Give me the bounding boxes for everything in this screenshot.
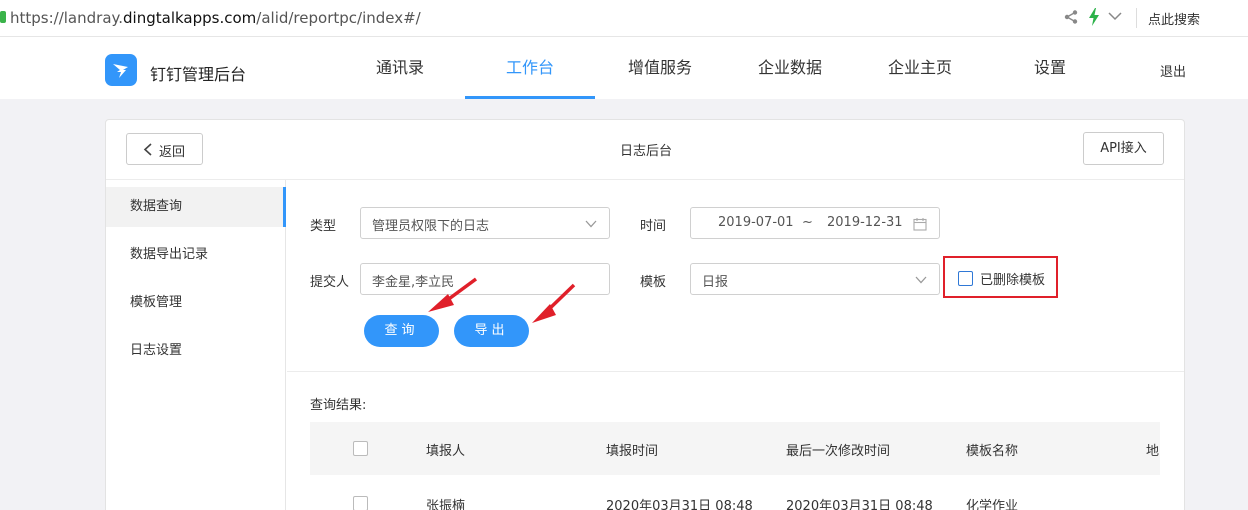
annotation-arrow-icon: [428, 277, 478, 312]
date-separator: ~: [802, 215, 813, 230]
dingtalk-logo-icon[interactable]: [105, 54, 137, 86]
deleted-templates-highlight: 已删除模板: [943, 256, 1058, 298]
chevron-down-icon[interactable]: [1108, 11, 1122, 21]
chevron-down-icon: [585, 220, 597, 228]
card-header: 返回 日志后台 API接入: [106, 120, 1184, 180]
calendar-icon: [913, 218, 927, 231]
side-menu: 数据查询 数据导出记录 模板管理 日志设置: [106, 180, 286, 510]
cell-modified-time: 2020年03月31日 08:48: [786, 499, 933, 510]
export-button[interactable]: 导出: [454, 315, 529, 347]
results-label: 查询结果:: [310, 398, 367, 413]
row-checkbox[interactable]: [353, 496, 368, 510]
query-button[interactable]: 查询: [364, 315, 439, 347]
time-label: 时间: [640, 219, 667, 234]
chevron-down-icon: [915, 276, 927, 284]
nav-contacts[interactable]: 通讯录: [340, 37, 460, 99]
col-modified-time[interactable]: 最后一次修改时间: [786, 440, 890, 459]
nav-value-added-services[interactable]: 增值服务: [600, 37, 720, 99]
template-label: 模板: [640, 275, 667, 290]
side-item-export-records[interactable]: 数据导出记录: [106, 235, 286, 275]
side-item-data-query[interactable]: 数据查询: [106, 187, 286, 227]
browser-address-bar[interactable]: https://landray.dingtalkapps.com/alid/re…: [0, 0, 1248, 37]
app-title: 钉钉管理后台: [150, 65, 247, 84]
date-to[interactable]: 2019-12-31: [827, 215, 903, 230]
date-range-picker[interactable]: 2019-07-01 ~ 2019-12-31: [690, 207, 940, 239]
deleted-templates-label[interactable]: 已删除模板: [980, 269, 1045, 288]
type-select[interactable]: 管理员权限下的日志: [360, 207, 610, 239]
type-label: 类型: [310, 219, 337, 234]
nav-workbench[interactable]: 工作台: [470, 37, 590, 99]
cell-submitter: 张振楠: [426, 499, 466, 510]
logout-link[interactable]: 退出: [1160, 61, 1186, 80]
app-header: 钉钉管理后台 通讯录 工作台 增值服务 企业数据 企业主页 设置 退出: [0, 37, 1248, 99]
col-submitter[interactable]: 填报人: [426, 440, 465, 459]
log-admin-card: 返回 日志后台 API接入 数据查询 数据导出记录 模板管理 日志设置 类型 管…: [105, 119, 1185, 510]
annotation-arrow-icon: [532, 283, 576, 323]
submitter-label: 提交人: [310, 275, 350, 290]
deleted-templates-checkbox[interactable]: [958, 271, 973, 286]
side-item-template-management[interactable]: 模板管理: [106, 283, 286, 323]
date-from[interactable]: 2019-07-01: [718, 215, 794, 230]
col-template-name[interactable]: 模板名称: [966, 440, 1018, 459]
nav-settings[interactable]: 设置: [990, 37, 1110, 99]
cell-template-name: 化学作业: [966, 499, 1019, 510]
select-all-checkbox[interactable]: [353, 441, 368, 456]
col-submit-time[interactable]: 填报时间: [606, 440, 658, 459]
api-access-button[interactable]: API接入: [1083, 132, 1164, 165]
section-divider: [287, 371, 1184, 372]
page-title: 日志后台: [619, 144, 672, 159]
side-item-log-settings[interactable]: 日志设置: [106, 331, 286, 371]
results-table-header: 填报人 填报时间 最后一次修改时间 模板名称 地: [310, 422, 1160, 475]
toolbar-divider: [1136, 8, 1137, 28]
secure-lock-icon: [0, 11, 6, 23]
url-text[interactable]: https://landray.dingtalkapps.com/alid/re…: [10, 9, 421, 27]
nav-enterprise-data[interactable]: 企业数据: [730, 37, 850, 99]
nav-enterprise-homepage[interactable]: 企业主页: [860, 37, 980, 99]
col-location[interactable]: 地: [1146, 440, 1159, 459]
template-select[interactable]: 日报: [690, 263, 940, 295]
search-shortcut[interactable]: 点此搜索: [1148, 9, 1200, 28]
lightning-icon[interactable]: [1088, 8, 1100, 26]
cell-submit-time: 2020年03月31日 08:48: [606, 499, 753, 510]
table-row[interactable]: 张振楠 2020年03月31日 08:48 2020年03月31日 08:48 …: [310, 475, 1160, 510]
share-icon[interactable]: [1063, 9, 1079, 25]
active-nav-indicator: [465, 96, 595, 99]
